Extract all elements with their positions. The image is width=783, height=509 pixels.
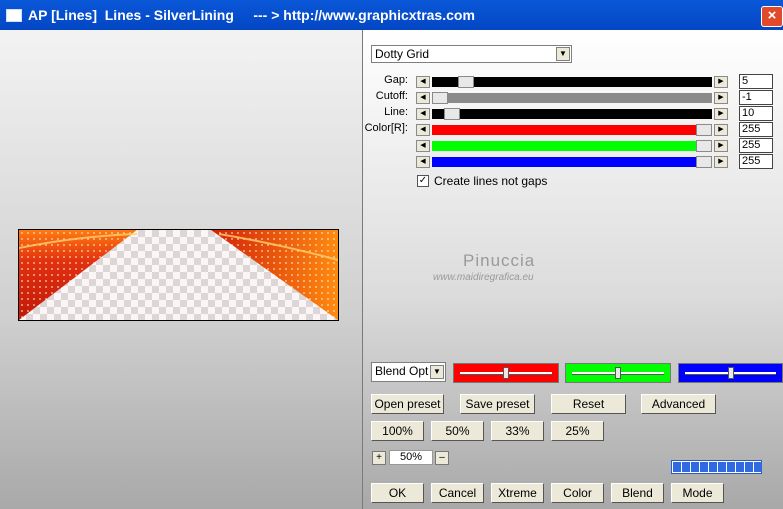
title-bar: AP [Lines] Lines - SilverLining --- > ht… xyxy=(0,0,783,30)
window-icon xyxy=(6,9,22,22)
arrow-left-icon[interactable]: ◀ xyxy=(416,76,430,88)
slider-thumb[interactable] xyxy=(432,92,448,104)
progress-segment xyxy=(691,462,699,472)
reset-button[interactable]: Reset xyxy=(551,394,626,414)
progress-segment xyxy=(754,462,762,472)
progress-segment xyxy=(673,462,681,472)
slider-track[interactable] xyxy=(432,109,712,119)
slider-thumb[interactable] xyxy=(696,124,712,136)
param-label: Line: xyxy=(384,106,408,118)
watermark-title: Pinuccia xyxy=(463,251,536,270)
param-slider[interactable]: ◀ ▶ xyxy=(416,108,728,120)
zoom-25-button[interactable]: 25% xyxy=(551,421,604,441)
mode-button[interactable]: Mode xyxy=(671,483,724,503)
window-title: AP [Lines] Lines - SilverLining --- > ht… xyxy=(28,7,475,23)
param-label: Cutoff: xyxy=(375,90,408,102)
zoom-33-button[interactable]: 33% xyxy=(491,421,544,441)
param-slider[interactable]: ◀ ▶ xyxy=(416,92,728,104)
preview-image xyxy=(18,229,339,321)
blend-options-value: Blend Optio xyxy=(375,364,429,378)
slider-thumb[interactable] xyxy=(503,367,509,379)
xtreme-button[interactable]: Xtreme xyxy=(491,483,544,503)
slider-thumb[interactable] xyxy=(696,140,712,152)
param-slider[interactable]: ◀ ▶ xyxy=(416,140,728,152)
param-slider[interactable]: ◀ ▶ xyxy=(416,124,728,136)
progress-segment xyxy=(745,462,753,472)
zoom-out-button[interactable]: – xyxy=(435,451,449,465)
create-lines-label: Create lines not gaps xyxy=(434,174,548,188)
zoom-50-button[interactable]: 50% xyxy=(431,421,484,441)
arrow-left-icon[interactable]: ◀ xyxy=(416,124,430,136)
arrow-left-icon[interactable]: ◀ xyxy=(416,92,430,104)
arrow-right-icon[interactable]: ▶ xyxy=(714,124,728,136)
arrow-left-icon[interactable]: ◀ xyxy=(416,140,430,152)
blend-options-dropdown[interactable]: Blend Optio ▼ xyxy=(371,362,446,382)
arrow-right-icon[interactable]: ▶ xyxy=(714,140,728,152)
param-slider[interactable]: ◀ ▶ xyxy=(416,156,728,168)
blend-button[interactable]: Blend xyxy=(611,483,664,503)
arrow-left-icon[interactable]: ◀ xyxy=(416,108,430,120)
param-label: Color[R]: xyxy=(364,122,408,134)
slider-thumb[interactable] xyxy=(458,76,474,88)
zoom-100-button[interactable]: 100% xyxy=(371,421,424,441)
advanced-button[interactable]: Advanced xyxy=(641,394,716,414)
arrow-left-icon[interactable]: ◀ xyxy=(416,156,430,168)
open-preset-button[interactable]: Open preset xyxy=(371,394,444,414)
progress-segment xyxy=(682,462,690,472)
progress-segment xyxy=(718,462,726,472)
slider-thumb[interactable] xyxy=(728,367,734,379)
param-value-field[interactable]: 255 xyxy=(739,122,773,137)
chevron-down-icon[interactable]: ▼ xyxy=(556,47,570,61)
progress-segment xyxy=(709,462,717,472)
param-value-field[interactable]: 255 xyxy=(739,138,773,153)
chevron-down-icon[interactable]: ▼ xyxy=(430,365,444,379)
create-lines-checkbox[interactable]: ✓ xyxy=(417,175,429,187)
preview-graphic xyxy=(19,230,338,320)
progress-segment xyxy=(736,462,744,472)
slider-track[interactable] xyxy=(432,93,712,103)
slider-thumb[interactable] xyxy=(444,108,460,120)
param-value-field[interactable]: 255 xyxy=(739,154,773,169)
slider-thumb[interactable] xyxy=(696,156,712,168)
arrow-right-icon[interactable]: ▶ xyxy=(714,92,728,104)
param-value-field[interactable]: -1 xyxy=(739,90,773,105)
slider-track[interactable] xyxy=(432,141,712,151)
param-value-field[interactable]: 10 xyxy=(739,106,773,121)
param-label: Gap: xyxy=(384,74,408,86)
effect-dropdown[interactable]: Dotty Grid ▼ xyxy=(371,45,572,63)
color-button[interactable]: Color xyxy=(551,483,604,503)
blue-blend-slider[interactable] xyxy=(678,363,783,383)
slider-track[interactable] xyxy=(432,157,712,167)
close-button[interactable]: × xyxy=(761,6,783,27)
arrow-right-icon[interactable]: ▶ xyxy=(714,156,728,168)
slider-thumb[interactable] xyxy=(615,367,621,379)
param-slider[interactable]: ◀ ▶ xyxy=(416,76,728,88)
progress-segment xyxy=(700,462,708,472)
arrow-right-icon[interactable]: ▶ xyxy=(714,108,728,120)
slider-track[interactable] xyxy=(432,77,712,87)
param-value-field[interactable]: 5 xyxy=(739,74,773,89)
arrow-right-icon[interactable]: ▶ xyxy=(714,76,728,88)
green-blend-slider[interactable] xyxy=(565,363,671,383)
progress-bar xyxy=(671,460,762,474)
zoom-in-button[interactable]: + xyxy=(372,451,386,465)
zoom-value-field[interactable]: 50% xyxy=(389,450,433,465)
watermark-url: www.maidiregrafica.eu xyxy=(433,272,534,283)
progress-segment xyxy=(727,462,735,472)
cancel-button[interactable]: Cancel xyxy=(431,483,484,503)
red-blend-slider[interactable] xyxy=(453,363,559,383)
effect-dropdown-value: Dotty Grid xyxy=(375,47,430,61)
slider-track[interactable] xyxy=(432,125,712,135)
save-preset-button[interactable]: Save preset xyxy=(460,394,535,414)
ok-button[interactable]: OK xyxy=(371,483,424,503)
